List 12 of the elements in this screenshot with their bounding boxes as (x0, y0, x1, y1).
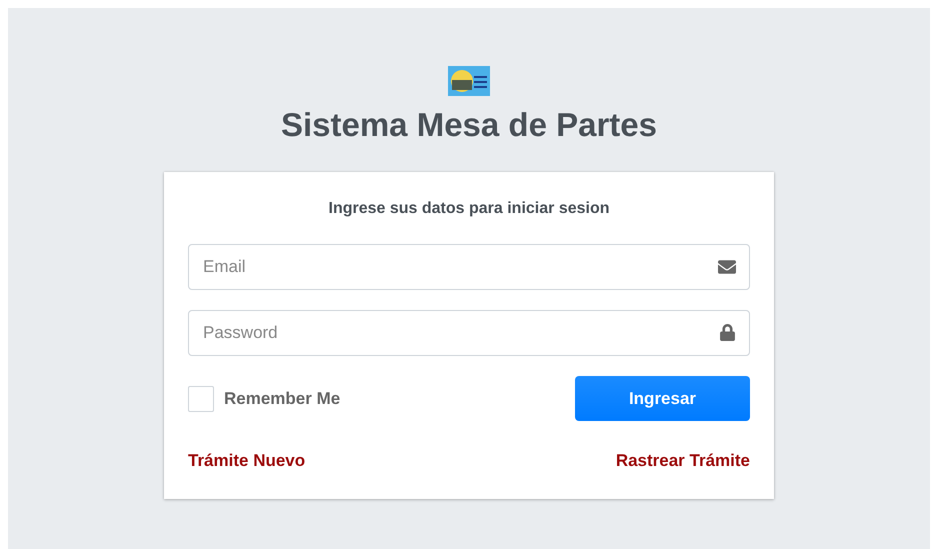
link[interactable]: Rastrear Trámite (616, 451, 750, 471)
email-field[interactable]: Email (188, 244, 750, 290)
password-field[interactable]: Password (188, 310, 750, 356)
remember-label[interactable]: Remember Me (224, 388, 340, 408)
lock-icon (719, 324, 736, 341)
page-title: Sistema Mesa de Partes (280, 106, 658, 144)
link[interactable]: Trámite Nuevo (188, 451, 306, 471)
logo-icon (448, 66, 490, 96)
envelope-icon (718, 258, 736, 276)
login-button[interactable]: Ingresar (575, 376, 750, 421)
login-message: Ingrese sus datos para iniciar sesion (328, 200, 610, 218)
remember-checkbox[interactable] (188, 386, 214, 412)
